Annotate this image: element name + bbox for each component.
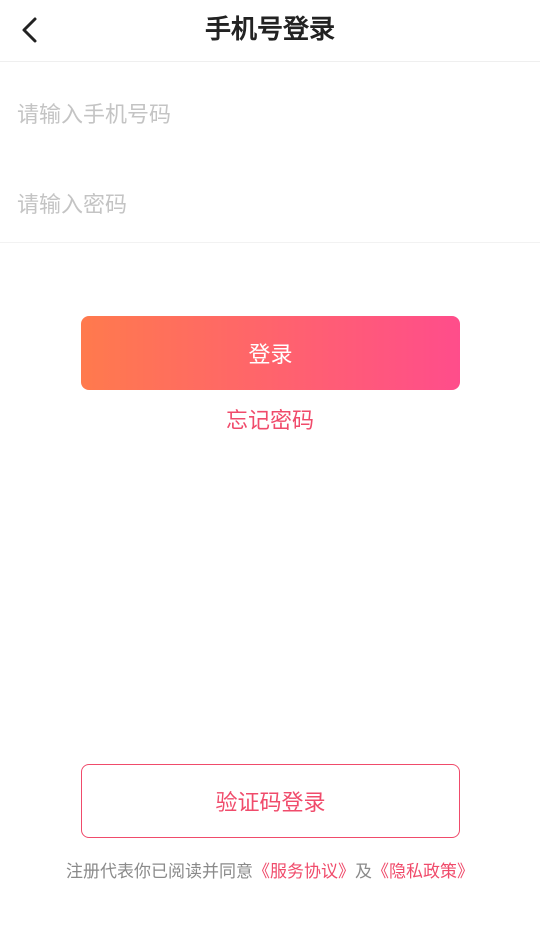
top-bar: 手机号登录 [0, 0, 540, 62]
agreement-prefix: 注册代表你已阅读并同意 [66, 862, 253, 882]
privacy-policy-link[interactable]: 《隐私政策》 [372, 862, 474, 882]
password-input[interactable] [17, 192, 517, 218]
phone-input[interactable] [17, 102, 517, 128]
form-divider [0, 242, 540, 243]
agreement-conjunction: 及 [355, 862, 372, 882]
page-title: 手机号登录 [204, 15, 335, 45]
login-button[interactable]: 登录 [81, 316, 460, 390]
agreement-notice: 注册代表你已阅读并同意《服务协议》及《隐私政策》 [0, 858, 540, 886]
forgot-password-link[interactable]: 忘记密码 [0, 404, 540, 440]
sms-login-button[interactable]: 验证码登录 [81, 764, 460, 838]
password-field[interactable] [0, 160, 540, 250]
phone-field[interactable] [0, 70, 540, 160]
service-agreement-link[interactable]: 《服务协议》 [253, 862, 355, 882]
